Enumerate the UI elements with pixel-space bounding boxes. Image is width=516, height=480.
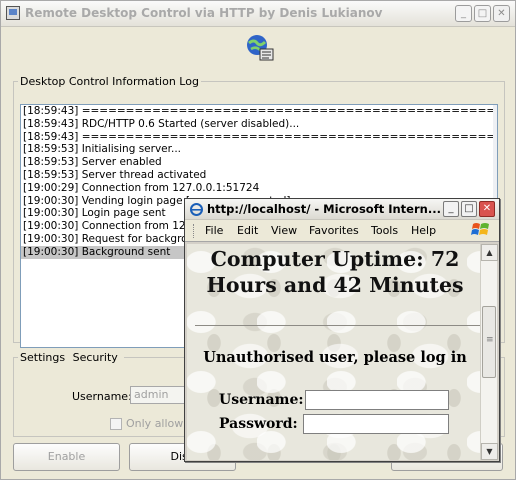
browser-window: http://localhost/ - Microsoft Intern... … — [184, 198, 500, 462]
app-icon — [6, 6, 20, 20]
menu-tools[interactable]: Tools — [371, 224, 398, 237]
uptime-heading: Computer Uptime: 72 Hours and 42 Minutes — [187, 246, 483, 298]
uptime-line-2: Hours and 42 Minutes — [206, 273, 464, 297]
unauthorised-message: Unauthorised user, please log in — [203, 349, 467, 366]
main-window-title: Remote Desktop Control via HTTP by Denis… — [25, 6, 383, 20]
log-panel-legend: Desktop Control Information Log — [20, 75, 199, 88]
ie-icon — [190, 203, 203, 216]
settings-tabs: Settings Security — [18, 351, 124, 364]
tab-settings[interactable]: Settings — [20, 351, 65, 364]
menu-help[interactable]: Help — [411, 224, 436, 237]
network-globe-icon — [247, 35, 274, 61]
menu-file[interactable]: File — [205, 224, 223, 237]
login-password-input[interactable] — [303, 414, 449, 434]
menu-edit[interactable]: Edit — [237, 224, 258, 237]
tab-security[interactable]: Security — [73, 351, 118, 364]
log-line[interactable]: [18:59:53] Server thread activated — [21, 169, 497, 182]
main-titlebar[interactable]: Remote Desktop Control via HTTP by Denis… — [1, 1, 515, 27]
browser-scrollbar[interactable]: ▲ ▼ — [480, 244, 498, 460]
only-allow-checkbox[interactable] — [110, 417, 122, 430]
browser-menubar: File Edit View Favorites Tools Help — [185, 220, 499, 242]
windows-logo-icon — [471, 223, 489, 235]
browser-minimize-button[interactable]: _ — [443, 201, 459, 217]
browser-titlebar[interactable]: http://localhost/ - Microsoft Intern... … — [185, 199, 499, 220]
log-line[interactable]: [18:59:43] =============================… — [21, 105, 497, 118]
browser-content: Computer Uptime: 72 Hours and 42 Minutes… — [187, 244, 483, 460]
log-line[interactable]: [19:00:29] Connection from 127.0.0.1:517… — [21, 182, 497, 195]
log-line[interactable]: [18:59:43] RDC/HTTP 0.6 Started (server … — [21, 118, 497, 131]
scroll-thumb[interactable] — [482, 306, 496, 378]
maximize-button[interactable]: □ — [474, 5, 491, 22]
enable-button[interactable]: Enable — [13, 443, 120, 471]
scroll-up-button[interactable]: ▲ — [481, 244, 498, 261]
close-button[interactable]: ✕ — [493, 5, 510, 22]
menu-view[interactable]: View — [271, 224, 297, 237]
minimize-button[interactable]: _ — [455, 5, 472, 22]
scroll-down-button[interactable]: ▼ — [481, 443, 498, 460]
browser-maximize-button[interactable]: □ — [461, 201, 477, 217]
uptime-line-1: Computer Uptime: 72 — [210, 247, 460, 271]
toolbar-grip[interactable] — [193, 224, 196, 238]
only-allow-option[interactable]: Only allow a — [110, 417, 194, 430]
browser-title: http://localhost/ - Microsoft Intern... — [207, 202, 441, 216]
log-line[interactable]: [18:59:53] Initialising server... — [21, 143, 497, 156]
username-label: Username: — [72, 390, 132, 403]
log-line[interactable]: [18:59:53] Server enabled — [21, 156, 497, 169]
menu-favorites[interactable]: Favorites — [309, 224, 359, 237]
login-password-label: Password: — [219, 416, 298, 432]
login-username-input[interactable] — [305, 390, 449, 410]
login-username-label: Username: — [219, 392, 304, 408]
browser-close-button[interactable]: ✕ — [479, 201, 495, 217]
divider — [195, 325, 483, 326]
log-line[interactable]: [18:59:43] =============================… — [21, 131, 497, 144]
